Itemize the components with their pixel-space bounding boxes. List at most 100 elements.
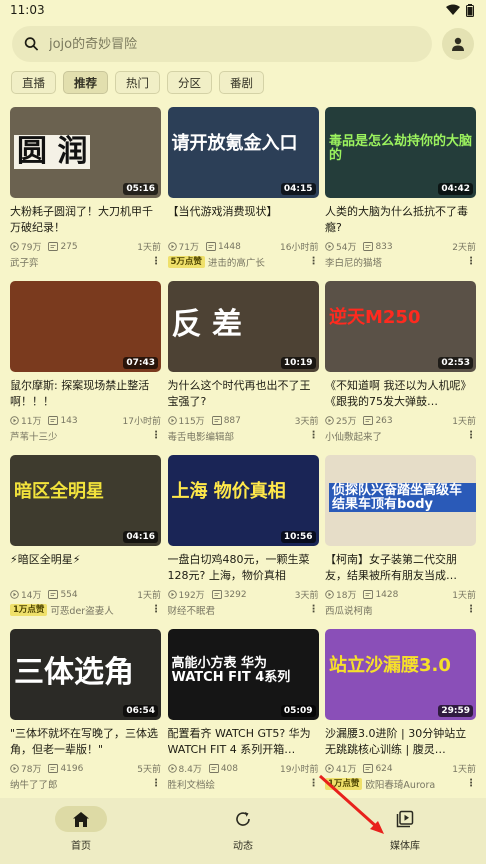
video-thumbnail[interactable]: 高能小方表 华为WATCH FIT 4系列 05:09 [167, 629, 319, 720]
comments-stat: 275 [48, 242, 78, 252]
author-name[interactable]: 进击的高广长 [208, 255, 309, 269]
view-count: 8.4万 [178, 765, 202, 775]
video-title[interactable]: 《不知道啊 我还以为人机呢》《跟我的75发大弹鼓… [325, 378, 476, 409]
video-card[interactable]: 反 差 10:19 为什么这个时代再也出不了王宝强了? 115万 887 3天前 毒舌电影编… [167, 281, 319, 449]
view-count: 18万 [336, 591, 357, 601]
nav-home[interactable]: 首页 [21, 806, 141, 852]
more-options-icon[interactable]: ⋮ [309, 604, 319, 615]
video-thumbnail[interactable]: 上海 物价真相 10:56 [167, 455, 319, 546]
video-stats: 25万 263 1天前 [325, 414, 476, 427]
video-title[interactable]: 配置看齐 WATCH GT5? 华为WATCH FIT 4 系列开箱… [168, 726, 319, 757]
video-card[interactable]: 逆天M250 02:53 《不知道啊 我还以为人机呢》《跟我的75发大弹鼓… 25万 2… [325, 281, 476, 449]
comments-stat: 1428 [363, 590, 398, 600]
video-title[interactable]: 一盘白切鸡480元，一颗生菜128元? 上海，物价真相 [168, 552, 319, 583]
author-name[interactable]: 胜利文档绘 [168, 777, 309, 791]
more-options-icon[interactable]: ⋮ [466, 604, 476, 615]
video-stats: 41万 624 1天前 [325, 763, 476, 775]
video-card[interactable]: 圆 润 05:16 大粉耗子圆润了！大刀机甲千万破纪录！ 79万 275 1天前 武子弈 ⋮ [10, 107, 161, 275]
more-options-icon[interactable]: ⋮ [151, 430, 161, 441]
more-options-icon[interactable]: ⋮ [151, 778, 161, 789]
nav-media-library[interactable]: 媒体库 [345, 806, 465, 852]
wifi-icon [446, 4, 460, 15]
video-thumbnail[interactable]: 站立沙漏腰3.0 29:59 [325, 629, 476, 720]
video-thumbnail[interactable]: 侦探队兴奋踏坐高级车 结果车顶有body [325, 455, 476, 546]
thumbnail-caption: 站立沙漏腰3.0 [329, 655, 451, 676]
author-name[interactable]: 可恶der盗妻人 [50, 603, 151, 617]
battery-icon [466, 3, 474, 17]
category-chip[interactable]: 直播 [11, 71, 56, 94]
author-name[interactable]: 武子弈 [10, 255, 151, 269]
video-thumbnail[interactable]: 请开放氪金入口 04:15 [167, 107, 319, 198]
more-options-icon[interactable]: ⋮ [309, 256, 319, 267]
refresh-icon [217, 806, 269, 832]
category-chip[interactable]: 热门 [115, 71, 160, 94]
comment-count: 4196 [60, 763, 84, 774]
comment-count: 143 [60, 415, 78, 426]
video-card[interactable]: 三体选角 06:54 "三体坏就坏在写晚了，三体选角，但老一辈版！" 78万 4196 5… [10, 629, 161, 797]
view-count: 14万 [21, 591, 42, 601]
video-title[interactable]: "三体坏就坏在写晚了，三体选角，但老一辈版！" [10, 726, 161, 757]
category-chip[interactable]: 番剧 [219, 71, 264, 94]
video-title[interactable]: 人类的大脑为什么抵抗不了毒瘾? [325, 204, 476, 235]
avatar[interactable] [442, 28, 474, 60]
views-stat: 78万 [10, 762, 41, 775]
nav-home-label: 首页 [71, 841, 91, 852]
video-card[interactable]: 07:43 鼠尔摩斯: 探案现场禁止整活啊！！！ 11万 143 17小时前 芦苇十三少 ⋮ [10, 281, 161, 449]
category-chip[interactable]: 分区 [167, 71, 212, 94]
views-stat: 18万 [325, 588, 356, 601]
search-bar[interactable] [12, 26, 432, 62]
author-name[interactable]: 李白尼的猫塔 [325, 255, 466, 269]
play-count-icon [325, 242, 334, 251]
video-title[interactable]: ⚡暗区全明星⚡ [10, 552, 161, 583]
upload-date: 3天前 [294, 417, 319, 427]
nav-media-library-label: 媒体库 [390, 841, 420, 852]
video-thumbnail[interactable]: 三体选角 06:54 [10, 629, 161, 720]
video-thumbnail[interactable]: 逆天M250 02:53 [325, 281, 476, 372]
video-title[interactable]: 【当代游戏消费现状】 [168, 204, 319, 235]
danmaku-icon [363, 590, 374, 599]
video-card[interactable]: 毒品是怎么劫持你的大脑的 04:42 人类的大脑为什么抵抗不了毒瘾? 54万 833 2天… [325, 107, 476, 275]
more-options-icon[interactable]: ⋮ [466, 430, 476, 441]
video-thumbnail[interactable]: 反 差 10:19 [167, 281, 319, 372]
video-thumbnail[interactable]: 圆 润 05:16 [10, 107, 161, 198]
danmaku-icon [363, 764, 374, 773]
views-stat: 25万 [325, 414, 356, 427]
video-title[interactable]: 沙漏腰3.0进阶 | 30分钟站立无跳跳核心训练 | 腹灵… [325, 726, 476, 757]
video-thumbnail[interactable]: 07:43 [10, 281, 161, 372]
search-input[interactable] [48, 36, 420, 52]
video-card[interactable]: 侦探队兴奋踏坐高级车 结果车顶有body 【柯南】女子装第二代交朋友，结果被所有朋… [325, 455, 476, 623]
video-card[interactable]: 高能小方表 华为WATCH FIT 4系列 05:09 配置看齐 WATCH GT5… [167, 629, 319, 797]
views-stat: 14万 [10, 588, 41, 601]
author-name[interactable]: 毒舌电影编辑部 [168, 429, 309, 443]
views-stat: 8.4万 [167, 762, 202, 775]
search-icon [24, 37, 39, 51]
author-row: 1万点赞 可恶der盗妻人 ⋮ [10, 603, 161, 617]
more-options-icon[interactable]: ⋮ [309, 430, 319, 441]
video-card[interactable]: 请开放氪金入口 04:15 【当代游戏消费现状】 71万 1448 16小时前 5万点赞 进击… [167, 107, 319, 275]
comments-stat: 887 [211, 416, 241, 426]
more-options-icon[interactable]: ⋮ [151, 604, 161, 615]
status-icons [446, 3, 474, 17]
video-card[interactable]: 站立沙漏腰3.0 29:59 沙漏腰3.0进阶 | 30分钟站立无跳跳核心训练 | … [325, 629, 476, 797]
comments-stat: 4196 [48, 764, 83, 774]
more-options-icon[interactable]: ⋮ [466, 778, 476, 789]
author-name[interactable]: 小仙敷起来了 [325, 429, 466, 443]
author-name[interactable]: 纳牛了了郎 [10, 777, 151, 791]
nav-dynamic[interactable]: 动态 [183, 806, 303, 852]
video-thumbnail[interactable]: 毒品是怎么劫持你的大脑的 04:42 [325, 107, 476, 198]
video-title[interactable]: 鼠尔摩斯: 探案现场禁止整活啊！！！ [10, 378, 161, 409]
more-options-icon[interactable]: ⋮ [466, 256, 476, 267]
video-title[interactable]: 【柯南】女子装第二代交朋友，结果被所有朋友当成… [325, 552, 476, 583]
author-name[interactable]: 财经不眠君 [168, 603, 309, 617]
video-title[interactable]: 大粉耗子圆润了！大刀机甲千万破纪录！ [10, 204, 161, 235]
video-title[interactable]: 为什么这个时代再也出不了王宝强了? [168, 378, 319, 409]
more-options-icon[interactable]: ⋮ [309, 778, 319, 789]
category-chip[interactable]: 推荐 [63, 71, 108, 94]
video-thumbnail[interactable]: 暗区全明星 04:16 [10, 455, 161, 546]
video-card[interactable]: 暗区全明星 04:16 ⚡暗区全明星⚡ 14万 554 1天前 1万点赞 可恶der盗妻人 ⋮ [10, 455, 161, 623]
author-name[interactable]: 西瓜说柯南 [325, 603, 466, 617]
more-options-icon[interactable]: ⋮ [151, 256, 161, 267]
author-name[interactable]: 欧阳春琦Aurora [365, 777, 466, 791]
author-name[interactable]: 芦苇十三少 [10, 429, 151, 443]
video-card[interactable]: 上海 物价真相 10:56 一盘白切鸡480元，一颗生菜128元? 上海，物价真相 1… [167, 455, 319, 623]
